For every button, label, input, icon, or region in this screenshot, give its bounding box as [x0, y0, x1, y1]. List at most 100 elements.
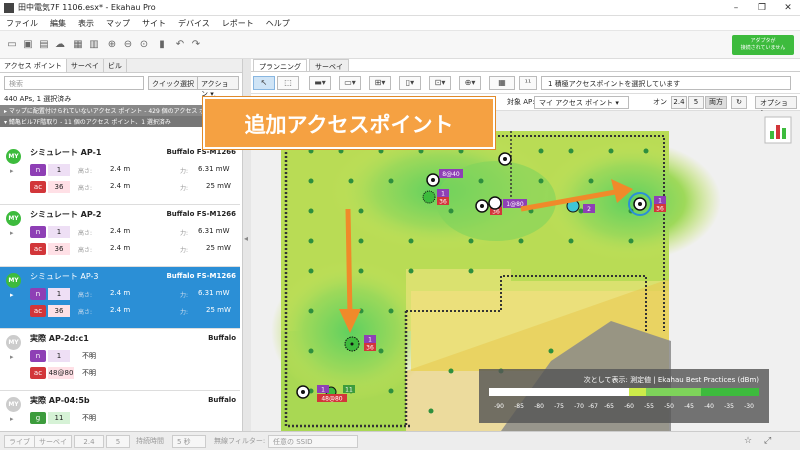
channel-value: 11: [48, 412, 70, 424]
undo-icon[interactable]: ↶: [174, 39, 186, 51]
power-label: 力:: [180, 292, 189, 299]
band-both-button[interactable]: 両方: [705, 96, 727, 109]
wall-tool[interactable]: ▬▾: [309, 76, 331, 90]
quick-select-button[interactable]: クイック選択: [148, 76, 198, 90]
expand-icon[interactable]: ▸: [10, 353, 14, 361]
ap-list-item[interactable]: MY 実際 AP-2d:c1 Buffalo ▸ n 1 ac 48@80 不明…: [0, 329, 240, 391]
open-icon[interactable]: ▭: [6, 39, 18, 51]
area-tool[interactable]: ▭▾: [339, 76, 361, 90]
action-button[interactable]: アクション ▾: [197, 76, 239, 98]
ap-name: シミュレート AP-1: [30, 148, 102, 157]
tab-survey[interactable]: サーベイ: [67, 59, 104, 72]
grid-icon[interactable]: ▦: [72, 39, 84, 51]
heatmap-svg: 1 36 8@40 1 36 1@80 2 1 36 1 36: [251, 111, 800, 431]
menu-site[interactable]: サイト: [136, 18, 172, 29]
adapter-status-button[interactable]: アダプタが 接続されていません: [732, 35, 794, 55]
redo-icon[interactable]: ↷: [190, 39, 202, 51]
filter-select[interactable]: 任意の SSID: [268, 435, 358, 448]
channel-value: 36: [48, 305, 70, 317]
expand-icon[interactable]: ▸: [10, 229, 14, 237]
tab-survey-map[interactable]: サーベイ: [309, 59, 349, 71]
ap-model: Buffalo: [208, 396, 236, 404]
status-band-24[interactable]: 2.4: [74, 435, 104, 448]
layers-icon[interactable]: ▥: [88, 39, 100, 51]
band-5-button[interactable]: 5: [688, 96, 704, 109]
channel-value: 48@80: [48, 367, 74, 379]
minimize-button[interactable]: –: [724, 0, 748, 16]
tab-building[interactable]: ビル: [104, 59, 127, 72]
radio-ac-chip: ac: [30, 181, 46, 193]
ap-list-item-selected[interactable]: MY シミュレート AP-3 Buffalo FS-M1266 ▸ n 1 ac…: [0, 267, 240, 329]
duration-select[interactable]: 5 秒: [172, 435, 206, 448]
svg-text:48@80: 48@80: [321, 396, 342, 403]
zoom-fit-icon[interactable]: ⊙: [138, 39, 150, 51]
ap-list-item[interactable]: MY シミュレート AP-1 Buffalo FS-M1266 ▸ n 1 ac…: [0, 143, 240, 205]
live-button[interactable]: ライブ: [4, 435, 35, 448]
power-value: 6.31 mW: [198, 227, 230, 235]
channel-value: 1: [48, 288, 70, 300]
option-button[interactable]: オプション: [755, 96, 797, 117]
ap-place-tool[interactable]: ⊕▾: [459, 76, 481, 90]
search-input[interactable]: 検索: [4, 76, 144, 90]
ap-selection-text: 1 積極アクセスポイントを選択しています: [548, 80, 681, 88]
signal-legend: 次として表示: 測定値 | Ekahau Best Practices (dBm…: [479, 369, 769, 423]
adapter-line1: アダプタが: [750, 38, 776, 44]
height-value: 2.4 m: [110, 306, 131, 314]
expand-icon[interactable]: ⤢: [764, 435, 771, 448]
band-24-button[interactable]: 2.4: [671, 96, 687, 109]
ap-model: Buffalo FS-M1266: [166, 148, 236, 156]
status-band-5[interactable]: 5: [106, 435, 130, 448]
menu-edit[interactable]: 編集: [44, 18, 72, 29]
tab-access-points[interactable]: アクセス ポイント: [0, 59, 67, 72]
svg-text:8@40: 8@40: [442, 171, 460, 178]
menu-help[interactable]: ヘルプ: [260, 18, 296, 29]
zoom-in-icon[interactable]: ⊕: [106, 39, 118, 51]
power-value: 6.31 mW: [198, 165, 230, 173]
door-tool[interactable]: ▯▾: [399, 76, 421, 90]
real-ap-badge: MY: [6, 335, 21, 350]
menu-device[interactable]: デバイス: [172, 18, 216, 29]
menu-view[interactable]: 表示: [72, 18, 100, 29]
my-ap-badge: MY: [6, 149, 21, 164]
star-icon[interactable]: ☆: [744, 435, 752, 448]
menu-map[interactable]: マップ: [100, 18, 136, 29]
channel-tool[interactable]: ¹¹: [519, 76, 537, 90]
zoom-out-icon[interactable]: ⊖: [122, 39, 134, 51]
svg-text:36: 36: [656, 206, 664, 213]
expand-icon[interactable]: ▸: [10, 415, 14, 423]
height-label: 高さ:: [78, 292, 93, 299]
chart-icon[interactable]: ▮: [156, 39, 168, 51]
planning-tools: ↖ ⬚ ▬▾ ▭▾ ⊞▾ ▯▾ ⊡▾ ⊕▾ ▦ ¹¹ 1 積極アクセスポイントを…: [251, 72, 800, 94]
power-label: 力:: [180, 168, 189, 175]
menu-file[interactable]: ファイル: [0, 18, 44, 29]
expand-icon[interactable]: ▸: [10, 167, 14, 175]
zoom-tool[interactable]: ⬚: [277, 76, 299, 90]
floor-map[interactable]: 1 36 8@40 1 36 1@80 2 1 36 1 36: [251, 111, 800, 431]
expand-icon[interactable]: ▸: [10, 291, 14, 299]
pointer-tool[interactable]: ↖: [253, 76, 275, 90]
cloud-icon[interactable]: ☁: [54, 39, 66, 51]
tab-planning[interactable]: プランニング: [253, 59, 307, 71]
ap-list-item[interactable]: MY 実際 AP-04:5b Buffalo ▸ g 11 不明: [0, 391, 240, 431]
ap-array-tool[interactable]: ▦: [489, 76, 515, 90]
height-label: 高さ:: [78, 168, 93, 175]
height-value: 不明: [82, 369, 96, 377]
menu-report[interactable]: レポート: [216, 18, 260, 29]
radio-n-chip: n: [30, 288, 46, 300]
ap-list-item[interactable]: MY シミュレート AP-2 Buffalo FS-M1266 ▸ n 1 ac…: [0, 205, 240, 267]
maximize-button[interactable]: ❐: [750, 0, 774, 16]
svg-text:-55: -55: [644, 403, 654, 410]
survey-button[interactable]: サーベイ: [34, 435, 72, 448]
collapse-icon[interactable]: ◂: [244, 234, 248, 243]
refresh-icon[interactable]: ↻: [731, 96, 747, 109]
attenuation-tool[interactable]: ⊞▾: [369, 76, 391, 90]
ap-selection-dropdown[interactable]: 1 積極アクセスポイントを選択しています: [541, 76, 791, 90]
save-icon[interactable]: ▣: [22, 39, 34, 51]
close-button[interactable]: ✕: [776, 0, 800, 16]
export-icon[interactable]: ▤: [38, 39, 50, 51]
height-label: 高さ:: [78, 185, 93, 192]
chart-panel-icon[interactable]: [764, 116, 792, 144]
window-tool[interactable]: ⊡▾: [429, 76, 451, 90]
target-ap-dropdown[interactable]: マイ アクセス ポイント ▾: [534, 96, 629, 109]
power-label: 力:: [180, 309, 189, 316]
